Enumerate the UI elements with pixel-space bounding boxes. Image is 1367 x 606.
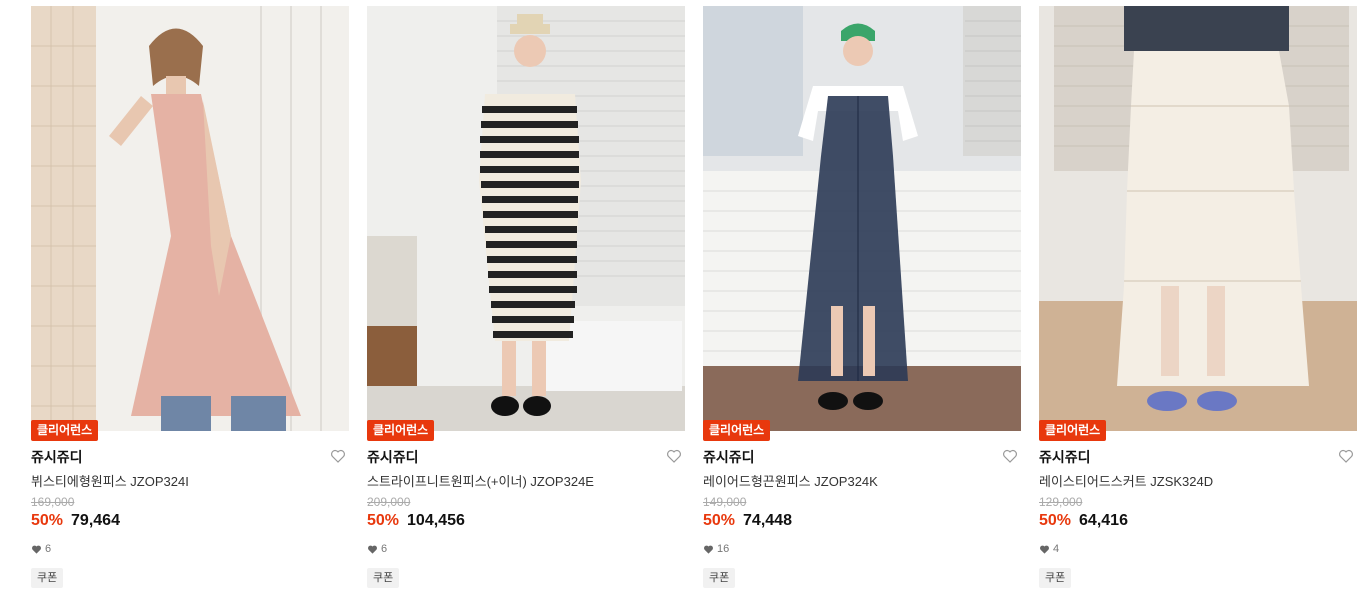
filled-heart-icon [704, 545, 713, 554]
product-name[interactable]: 뷔스티에형원피스 JZOP324I [31, 471, 189, 490]
product-card[interactable]: 클리어런스 쥬시쥬디 레이스티어드스커트 JZSK324D 129,000 50… [1039, 6, 1357, 606]
discount-rate: 50% [1039, 512, 1072, 529]
clearance-badge: 클리어런스 [703, 420, 771, 441]
product-grid: 클리어런스 쥬시쥬디 뷔스티에형원피스 JZOP324I 169,000 50%… [0, 0, 1367, 606]
clearance-badge: 클리어런스 [367, 420, 435, 441]
discount-rate: 50% [31, 512, 64, 529]
likes-value: 6 [381, 543, 388, 555]
product-card[interactable]: 클리어런스 쥬시쥬디 레이어드형끈원피스 JZOP324K 149,000 50… [703, 6, 1021, 606]
product-image[interactable] [31, 6, 349, 431]
coupon-tag: 쿠폰 [1039, 568, 1072, 588]
price-line: 50% 74,448 [703, 512, 792, 530]
product-image[interactable] [1039, 6, 1357, 431]
brand-name[interactable]: 쥬시쥬디 [367, 447, 419, 467]
brand-name[interactable]: 쥬시쥬디 [1039, 447, 1091, 467]
likes-value: 6 [45, 543, 52, 555]
sale-price: 104,456 [407, 512, 465, 529]
product-card[interactable]: 클리어런스 쥬시쥬디 스트라이프니트원피스(+이너) JZOP324E 209,… [367, 6, 685, 606]
discount-rate: 50% [703, 512, 736, 529]
price-line: 50% 104,456 [367, 512, 465, 530]
likes-count: 6 [367, 543, 387, 555]
product-image[interactable] [703, 6, 1021, 431]
heart-icon[interactable] [1337, 447, 1355, 465]
price-line: 50% 79,464 [31, 512, 120, 530]
coupon-tag: 쿠폰 [31, 568, 64, 588]
filled-heart-icon [1040, 545, 1049, 554]
coupon-tag: 쿠폰 [703, 568, 736, 588]
heart-icon[interactable] [665, 447, 683, 465]
filled-heart-icon [32, 545, 41, 554]
likes-count: 6 [31, 543, 51, 555]
product-card[interactable]: 클리어런스 쥬시쥬디 뷔스티에형원피스 JZOP324I 169,000 50%… [31, 6, 349, 606]
likes-count: 4 [1039, 543, 1059, 555]
sale-price: 74,448 [743, 512, 792, 529]
product-image[interactable] [367, 6, 685, 431]
discount-rate: 50% [367, 512, 400, 529]
product-name[interactable]: 레이스티어드스커트 JZSK324D [1039, 471, 1213, 490]
product-name[interactable]: 스트라이프니트원피스(+이너) JZOP324E [367, 471, 594, 490]
coupon-tag: 쿠폰 [367, 568, 400, 588]
price-line: 50% 64,416 [1039, 512, 1128, 530]
brand-name[interactable]: 쥬시쥬디 [703, 447, 755, 467]
filled-heart-icon [368, 545, 377, 554]
sale-price: 79,464 [71, 512, 120, 529]
clearance-badge: 클리어런스 [1039, 420, 1107, 441]
product-name[interactable]: 레이어드형끈원피스 JZOP324K [703, 471, 878, 490]
original-price: 209,000 [367, 495, 411, 509]
original-price: 129,000 [1039, 495, 1083, 509]
original-price: 149,000 [703, 495, 747, 509]
sale-price: 64,416 [1079, 512, 1128, 529]
heart-icon[interactable] [329, 447, 347, 465]
likes-value: 4 [1053, 543, 1060, 555]
likes-value: 16 [717, 543, 730, 555]
heart-icon[interactable] [1001, 447, 1019, 465]
brand-name[interactable]: 쥬시쥬디 [31, 447, 83, 467]
original-price: 169,000 [31, 495, 75, 509]
likes-count: 16 [703, 543, 729, 555]
clearance-badge: 클리어런스 [31, 420, 99, 441]
